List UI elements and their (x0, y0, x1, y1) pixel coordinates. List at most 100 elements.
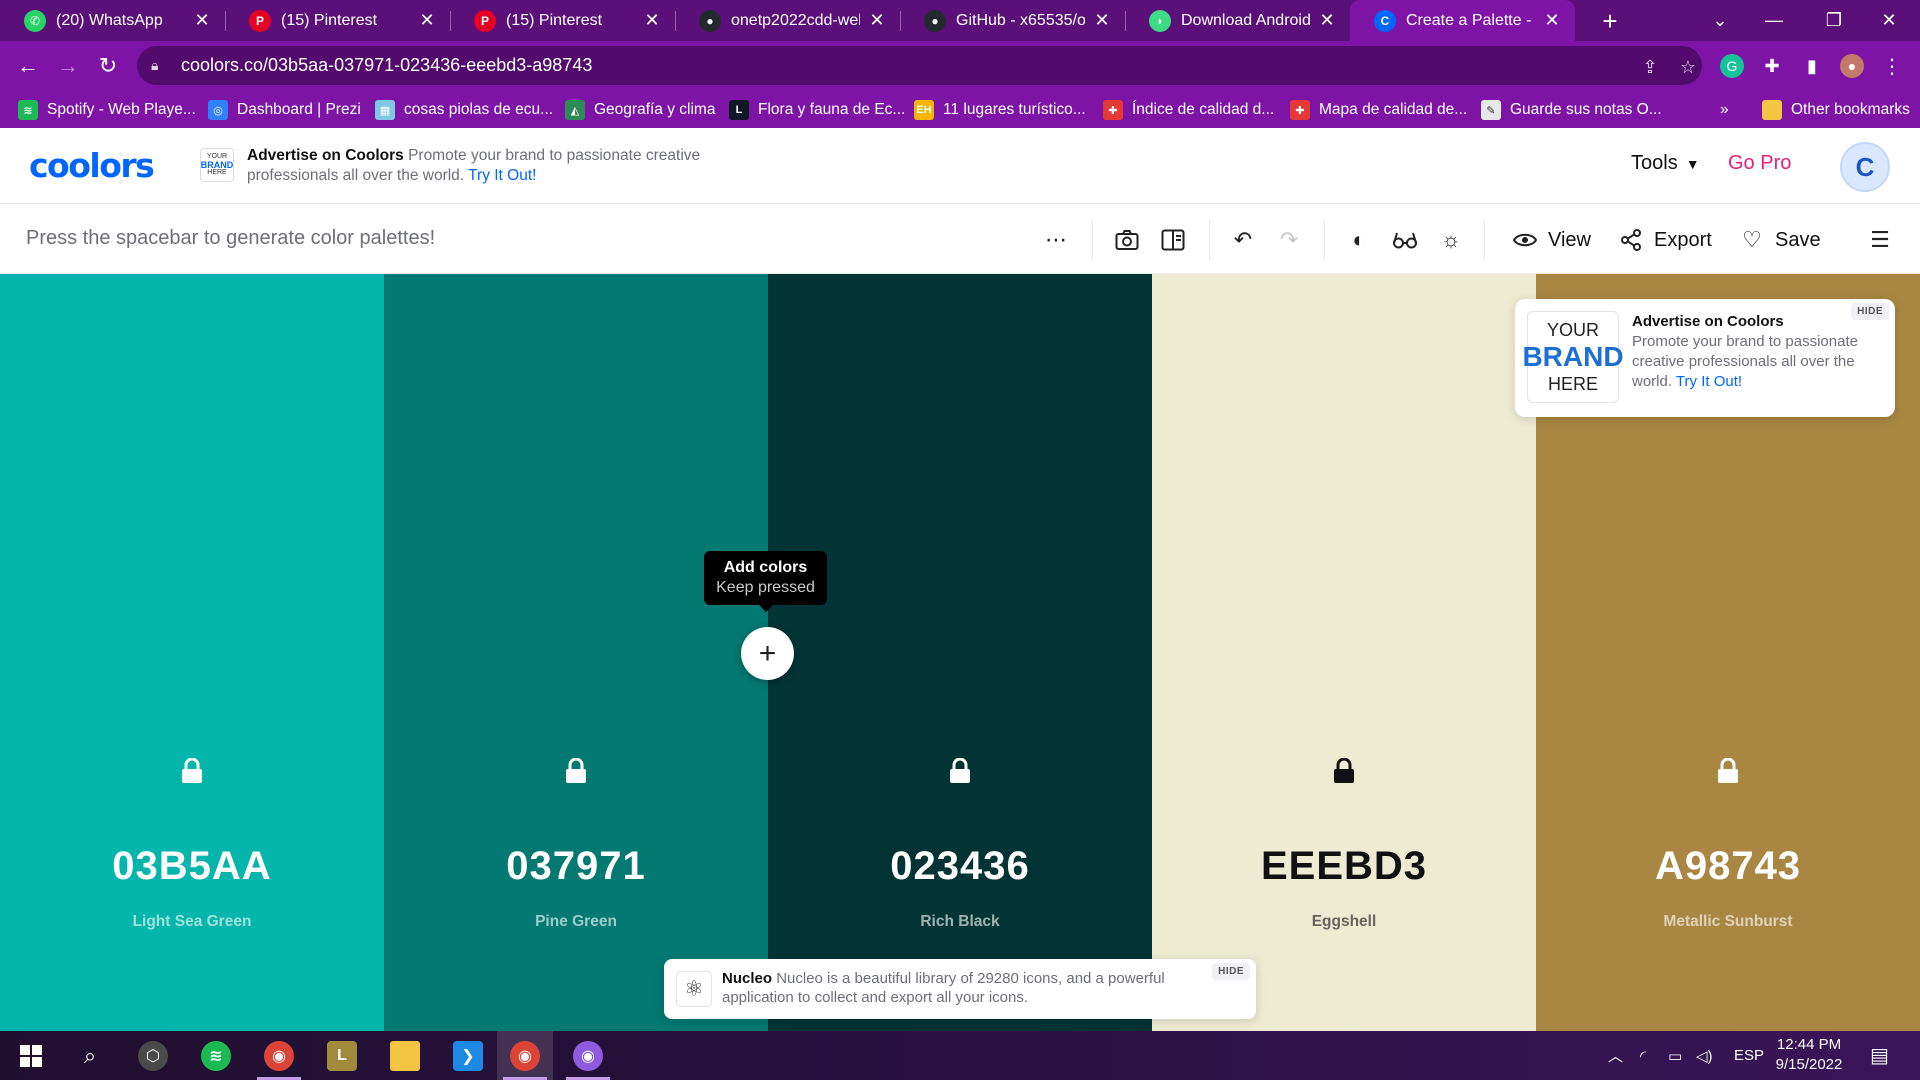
browser-menu-icon[interactable]: ⋮ (1880, 54, 1904, 78)
color-hex-code[interactable]: 037971 (384, 844, 768, 889)
tab-close-icon[interactable]: ✕ (866, 10, 888, 32)
browser-tab[interactable]: P (15) Pinterest ✕ (450, 0, 675, 41)
file-explorer-icon[interactable] (377, 1031, 433, 1080)
color-swatch[interactable]: EEEBD3 Eggshell (1152, 274, 1536, 1031)
reload-button[interactable]: ↻ (93, 51, 123, 81)
new-tab-button[interactable]: + (1595, 6, 1625, 36)
close-window-button[interactable]: ✕ (1866, 0, 1912, 41)
lock-icon[interactable] (948, 757, 972, 784)
tab-close-icon[interactable]: ✕ (191, 10, 213, 32)
color-swatch[interactable]: 023436 Rich Black (768, 274, 1152, 1031)
search-icon[interactable]: ⌕ (62, 1031, 118, 1080)
ad-card-hide-button[interactable]: HIDE (1851, 303, 1889, 320)
extensions-puzzle-icon[interactable]: ✚ (1760, 54, 1784, 78)
notifications-icon[interactable]: ▤ (1870, 1031, 1889, 1080)
browser-tab[interactable]: ● GitHub - x65535/onet ✕ (900, 0, 1125, 41)
back-button[interactable]: ← (13, 51, 43, 81)
bookmark-item[interactable]: ▦ cosas piolas de ecu... (375, 99, 553, 121)
profile-avatar-icon[interactable]: ● (1840, 54, 1864, 78)
browser-tab[interactable]: C Create a Palette - Coo ✕ (1350, 0, 1575, 41)
system-clock[interactable]: 12:44 PM 9/15/2022 (1764, 1035, 1854, 1075)
header-ad-link[interactable]: Try It Out! (468, 167, 536, 184)
brightness-icon[interactable]: ☼ (1437, 226, 1465, 254)
save-button[interactable]: ♡ Save (1739, 226, 1820, 254)
tab-title: onetp2022cdd-web/R (731, 11, 860, 29)
bookmark-item[interactable]: ✎ Guarde sus notas O... (1481, 99, 1662, 121)
contrast-icon[interactable]: ◐ (1345, 226, 1373, 254)
browser-tab[interactable]: P (15) Pinterest ✕ (225, 0, 450, 41)
tab-close-icon[interactable]: ✕ (1316, 10, 1338, 32)
bookmark-item[interactable]: ≋ Spotify - Web Playe... (18, 99, 196, 121)
volume-icon[interactable]: ◁) (1696, 1031, 1713, 1080)
redo-icon[interactable]: ↷ (1275, 226, 1303, 254)
tab-close-icon[interactable]: ✕ (641, 10, 663, 32)
color-hex-code[interactable]: 023436 (768, 844, 1152, 889)
color-hex-code[interactable]: EEEBD3 (1152, 844, 1536, 889)
lock-icon[interactable] (1716, 757, 1740, 784)
view-button[interactable]: View (1512, 226, 1591, 254)
user-avatar[interactable]: C (1840, 142, 1890, 192)
restore-button[interactable]: ❐ (1811, 0, 1857, 41)
grammarly-icon[interactable]: G (1720, 54, 1744, 78)
bookmark-item[interactable]: ◭ Geografía y clima (565, 99, 715, 121)
color-swatch[interactable]: 037971 Pine Green (384, 274, 768, 1031)
battery-icon[interactable]: ▭ (1668, 1031, 1682, 1080)
browser-tab[interactable]: ✆ (20) WhatsApp ✕ (0, 0, 225, 41)
share-icon[interactable]: ⇪ (1639, 56, 1661, 78)
badge-brand-text: BRAND (200, 160, 234, 170)
lock-icon[interactable] (1332, 757, 1356, 784)
ad-card-link[interactable]: Try It Out! (1676, 373, 1742, 390)
header-ad[interactable]: Advertise on Coolors Promote your brand … (247, 146, 727, 186)
color-swatch[interactable]: 03B5AA Light Sea Green (0, 274, 384, 1031)
chrome-alt-taskbar-icon[interactable]: ◉ (560, 1031, 616, 1080)
bookmark-item[interactable]: EH 11 lugares turístico... (914, 99, 1086, 121)
wifi-icon[interactable]: ◜ (1640, 1031, 1646, 1080)
browser-tab[interactable]: ● onetp2022cdd-web/R ✕ (675, 0, 900, 41)
split-view-icon[interactable] (1159, 226, 1187, 254)
spotify-taskbar-icon[interactable]: ≋ (188, 1031, 244, 1080)
add-color-button[interactable]: + (741, 627, 794, 680)
tab-close-icon[interactable]: ✕ (1541, 10, 1563, 32)
chrome-taskbar-icon[interactable]: ◉ (497, 1031, 553, 1080)
nucleo-hide-button[interactable]: HIDE (1212, 963, 1250, 980)
language-indicator[interactable]: ESP (1734, 1031, 1764, 1080)
address-url[interactable]: coolors.co/03b5aa-037971-023436-eeebd3-a… (181, 55, 592, 76)
lock-icon[interactable] (564, 757, 588, 784)
advertise-card[interactable]: YOUR BRAND HERE Advertise on Coolors Pro… (1515, 299, 1895, 417)
go-pro-link[interactable]: Go Pro (1728, 152, 1791, 175)
export-button[interactable]: Export (1618, 226, 1712, 254)
nucleo-ad-card[interactable]: ⚛ Nucleo Nucleo is a beautiful library o… (664, 959, 1256, 1019)
more-options-icon[interactable]: ⋯ (1042, 226, 1070, 254)
bookmark-item[interactable]: L Flora y fauna de Ec... (729, 99, 905, 121)
tools-menu[interactable]: Tools ▼ (1631, 152, 1700, 175)
camera-icon[interactable] (1113, 226, 1141, 254)
color-hex-code[interactable]: A98743 (1536, 844, 1920, 889)
bookmark-item[interactable]: ✚ Mapa de calidad de... (1290, 99, 1467, 121)
other-bookmarks-folder[interactable]: Other bookmarks (1762, 99, 1910, 121)
browser-tab[interactable]: ◗ Download Android St ✕ (1125, 0, 1350, 41)
color-hex-code[interactable]: 03B5AA (0, 844, 384, 889)
forward-button[interactable]: → (53, 51, 83, 81)
coolors-logo[interactable]: coolors (29, 146, 155, 185)
side-panel-icon[interactable]: ▮ (1800, 54, 1824, 78)
chrome-profile-taskbar-icon[interactable]: ◉ (251, 1031, 307, 1080)
lock-icon[interactable] (180, 757, 204, 784)
bookmark-star-icon[interactable]: ☆ (1677, 56, 1699, 78)
league-of-legends-icon[interactable]: L (314, 1031, 370, 1080)
tab-close-icon[interactable]: ✕ (1091, 10, 1113, 32)
bookmark-item[interactable]: ✚ Índice de calidad d... (1103, 99, 1274, 121)
bookmark-item[interactable]: ◎ Dashboard | Prezi (208, 99, 361, 121)
undo-icon[interactable]: ↶ (1229, 226, 1257, 254)
minimize-button[interactable]: — (1751, 0, 1797, 41)
hamburger-menu-icon[interactable]: ☰ (1866, 226, 1894, 254)
tab-close-icon[interactable]: ✕ (416, 10, 438, 32)
tray-chevron-up-icon[interactable]: ︿ (1608, 1031, 1623, 1080)
tab-search-button[interactable]: ⌄ (1697, 0, 1743, 41)
unity-app-icon[interactable]: ⬡ (125, 1031, 181, 1080)
vscode-icon[interactable]: ❯ (440, 1031, 496, 1080)
glasses-icon[interactable] (1391, 226, 1419, 254)
windows-start-icon[interactable] (3, 1031, 59, 1080)
brand-badge[interactable]: YOUR BRAND HERE (200, 148, 234, 182)
address-bar[interactable]: 🔒︎ coolors.co/03b5aa-037971-023436-eeebd… (137, 46, 1702, 85)
bookmarks-overflow-button[interactable]: » (1720, 99, 1729, 121)
